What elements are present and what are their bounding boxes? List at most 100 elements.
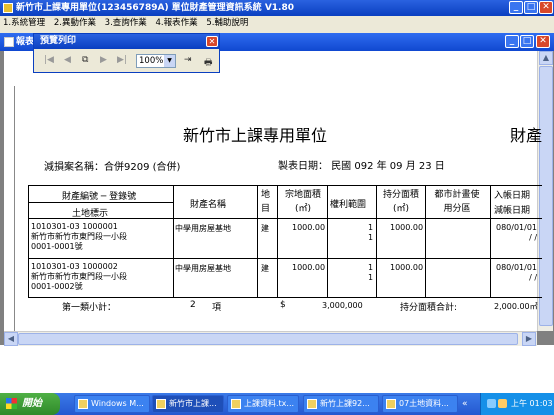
menu-system[interactable]: 1.系統管理	[0, 18, 48, 28]
menu-help[interactable]: 5.輔助說明	[203, 18, 251, 28]
row-asset-name: 中學用房屋基地	[175, 224, 231, 233]
report-minimize-button[interactable]: _	[505, 35, 519, 48]
chevron-down-icon[interactable]: ▼	[164, 55, 175, 67]
last-page-icon[interactable]: ▶|	[117, 55, 127, 65]
row-area: 1000.00	[292, 263, 326, 272]
table-bottom-border	[28, 297, 542, 298]
table-row-border	[28, 258, 542, 259]
header-reduce-date: 減帳日期	[494, 206, 531, 216]
header-asset-name: 財產名稱	[190, 200, 227, 210]
task-folder[interactable]: 新竹上課92...	[303, 395, 379, 413]
preview-close-button[interactable]: ✕	[206, 36, 218, 47]
network-icon[interactable]	[487, 399, 496, 408]
case-name: 減損案名稱：合併9209 (合併)	[44, 162, 181, 173]
col-line	[257, 185, 258, 297]
row-rights: 11	[368, 223, 374, 242]
scroll-right-icon[interactable]: ▶	[522, 332, 536, 346]
menu-bar: 1.系統管理 2.異動作業 3.查詢作業 4.報表作業 5.輔助說明	[0, 16, 554, 30]
first-page-icon[interactable]: |◀	[44, 55, 54, 65]
subtotal-label: 第一類小計：	[62, 303, 117, 313]
table-top-border	[28, 185, 542, 186]
report-close-button[interactable]: ✕	[536, 35, 550, 48]
task-notepad[interactable]: 上課資料.tx...	[227, 395, 299, 413]
prev-page-icon[interactable]: ◀	[64, 55, 71, 65]
horizontal-scroll-thumb[interactable]	[18, 333, 518, 345]
subtotal-count: 2	[190, 300, 196, 310]
windows-logo-icon	[6, 398, 17, 409]
header-zoning: 都市計畫使用分區	[434, 190, 480, 214]
header-entry-date: 入帳日期	[494, 191, 531, 201]
scroll-up-icon[interactable]: ▲	[539, 51, 553, 65]
app-icon	[156, 399, 166, 409]
table-row: 1010301-03 1000001 新竹市新竹市東門段一小段 0001-0001號	[31, 222, 127, 251]
export-icon[interactable]: ⇥	[184, 55, 192, 65]
row-asset-name: 中學用房屋基地	[175, 264, 231, 273]
start-button[interactable]: 開始	[0, 393, 60, 415]
menu-query[interactable]: 3.查詢作業	[102, 18, 150, 28]
folder-icon	[307, 399, 317, 409]
col-line	[376, 185, 377, 297]
header-area: 宗地面積(㎡)	[284, 190, 321, 214]
zoom-value: 100%	[139, 56, 164, 66]
task-windows-media[interactable]: Windows M...	[74, 395, 150, 413]
zoom-select[interactable]: 100% ▼	[136, 54, 176, 68]
row-dates: 080/01/01/ /	[496, 263, 538, 282]
next-page-icon[interactable]: ▶	[100, 55, 107, 65]
taskbar: 開始 Windows M... 新竹市上課... 上課資料.tx... 新竹上課…	[0, 393, 554, 415]
preview-title: 預覽列印	[34, 34, 219, 49]
col-line	[28, 185, 29, 297]
subtotal-unit: 項	[212, 303, 222, 313]
vertical-scrollbar[interactable]: ▲	[537, 51, 553, 331]
table-row: 1010301-03 1000002 新竹市新竹市東門段一小段 0001-0002號	[31, 262, 127, 291]
menu-change[interactable]: 2.異動作業	[51, 18, 99, 28]
row-share: 1000.00	[390, 263, 424, 272]
col-line	[277, 185, 278, 297]
close-button[interactable]: ✕	[539, 1, 553, 14]
notepad-icon	[231, 399, 241, 409]
scroll-left-icon[interactable]: ◀	[4, 332, 18, 346]
col-line	[490, 185, 491, 297]
col-line	[327, 185, 328, 297]
report-window-title: 報表	[16, 37, 35, 47]
subtotal-amount: 3,000,000	[322, 301, 363, 310]
share-total-label: 持分面積合計:	[400, 303, 458, 313]
minimize-button[interactable]: _	[509, 1, 523, 14]
task-asset-system[interactable]: 新竹市上課...	[152, 395, 224, 413]
row-land-type: 建	[261, 264, 269, 273]
report-unit-title: 新竹市上課專用單位	[183, 126, 328, 145]
app-icon	[3, 3, 13, 13]
currency-symbol: $	[280, 300, 286, 310]
row-rights: 11	[368, 263, 374, 282]
row-land-type: 建	[261, 224, 269, 233]
header-rights: 權利範圍	[330, 200, 367, 210]
page-margin-line	[14, 86, 15, 331]
report-maximize-button[interactable]: □	[520, 35, 534, 48]
clock: 上午 01:03	[511, 399, 553, 408]
document-icon	[386, 399, 396, 409]
vertical-scroll-thumb[interactable]	[539, 66, 553, 326]
header-land-type: 地目	[261, 190, 271, 214]
app-title: 新竹市上課專用單位(123456789A) 單位財產管理資訊系統 V1.80	[16, 3, 294, 13]
app-title-bar: 新竹市上課專用單位(123456789A) 單位財產管理資訊系統 V1.80 _…	[0, 0, 554, 16]
row-area: 1000.00	[292, 223, 326, 232]
report-right-title: 財產	[510, 126, 543, 145]
row-dates: 080/01/01/ /	[496, 223, 538, 242]
horizontal-scrollbar[interactable]: ◀ ▶	[4, 331, 537, 346]
col-line	[425, 185, 426, 297]
system-tray: 上午 01:03	[480, 393, 554, 415]
header-share-area: 持分面積(㎡)	[382, 190, 419, 214]
copy-icon[interactable]: ⧉	[82, 55, 88, 65]
expand-icon[interactable]: «	[462, 399, 468, 409]
print-icon[interactable]: 🖶	[204, 55, 213, 71]
media-icon	[78, 399, 88, 409]
volume-icon[interactable]	[498, 399, 507, 408]
share-total-value: 2,000.00㎡	[494, 302, 538, 311]
header-asset-id: 財產編號 ─ 登錄號	[62, 192, 137, 202]
maximize-button[interactable]: □	[524, 1, 538, 14]
row-share: 1000.00	[390, 223, 424, 232]
col-line	[173, 185, 174, 297]
menu-report[interactable]: 4.報表作業	[152, 18, 200, 28]
task-land-data[interactable]: 07土地資料...	[382, 395, 458, 413]
report-date: 製表日期： 民國 092 年 09 月 23 日	[278, 161, 445, 172]
header-split-line	[28, 202, 173, 203]
